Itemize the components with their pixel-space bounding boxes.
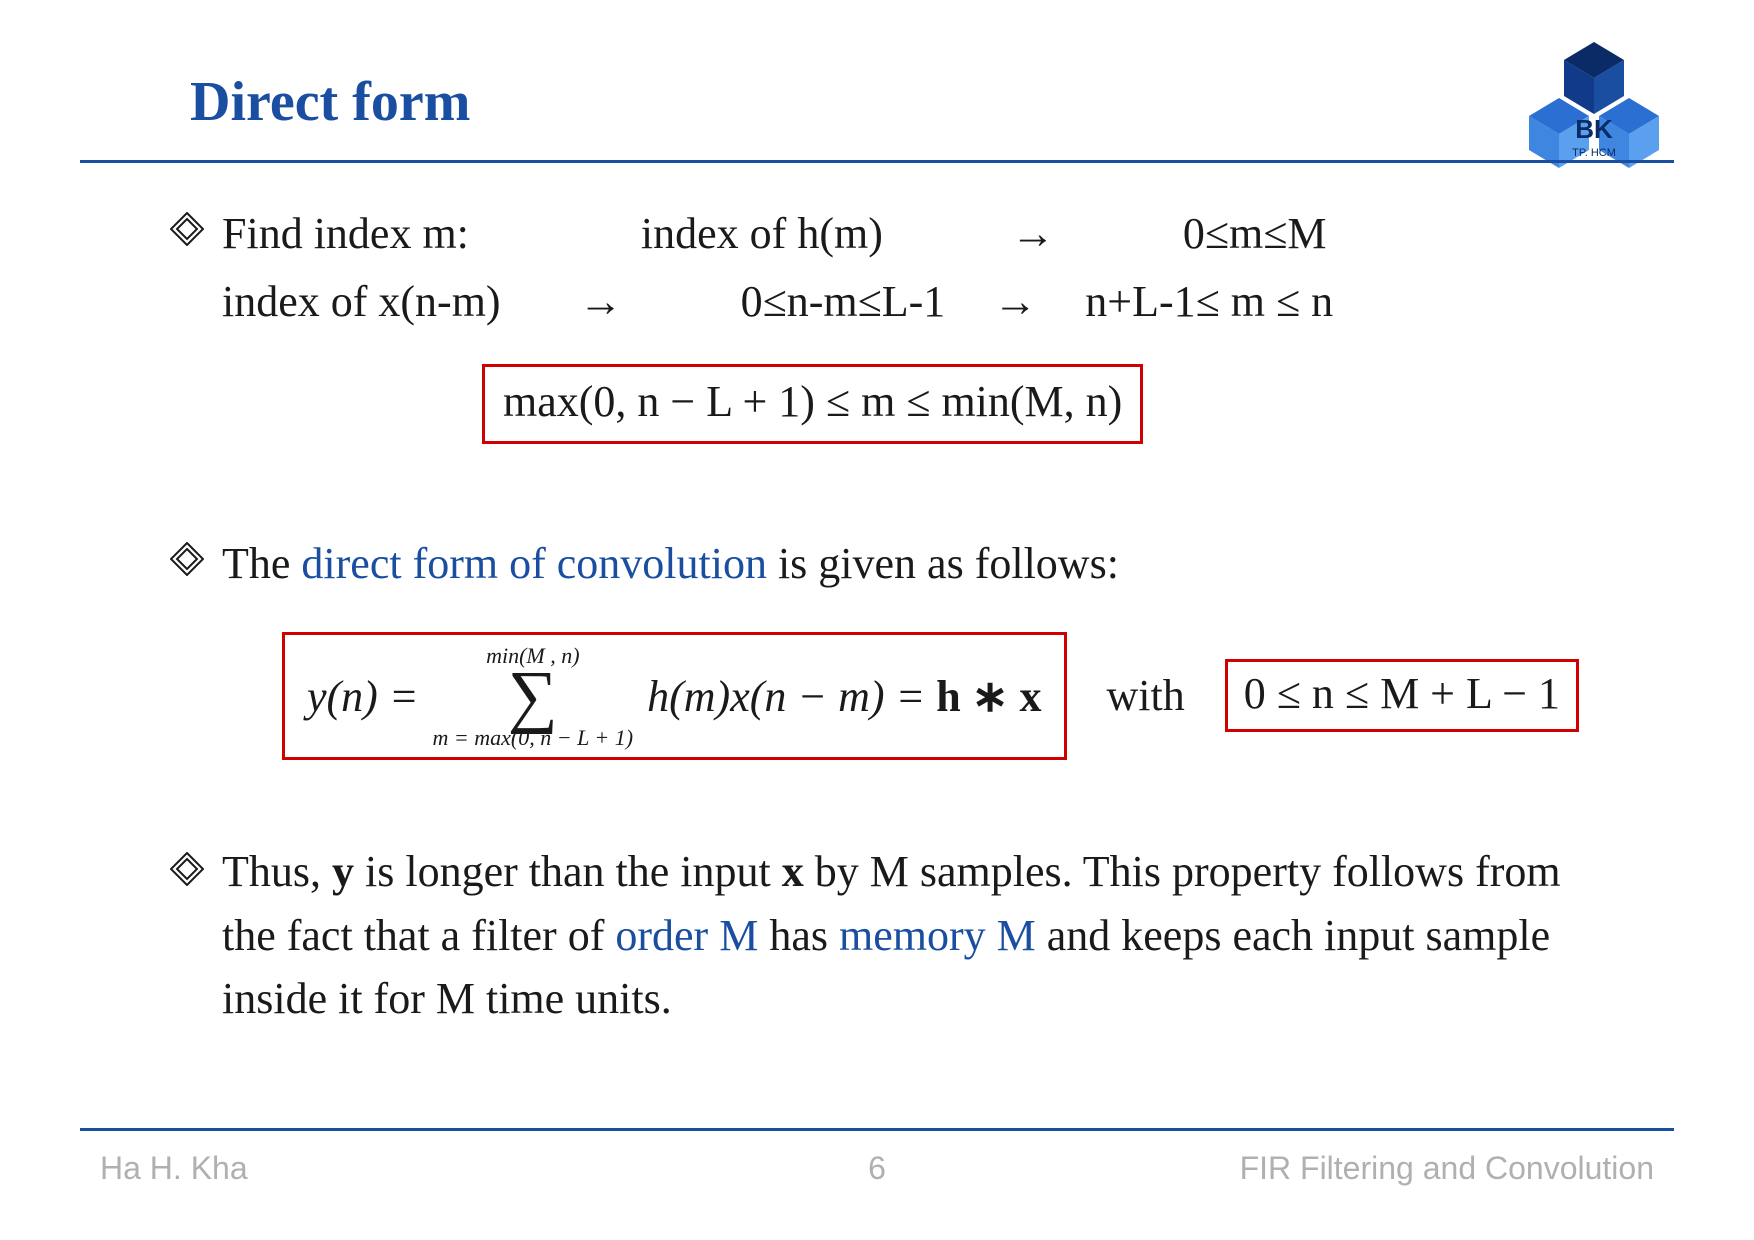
diamond-bullet-icon [170,542,204,576]
with-label: with [1107,670,1185,721]
bullet-1-text: Find index m: index of h(m) → 0≤m≤M inde… [222,200,1333,444]
logo-text-bot: TP. HCM [1572,147,1616,159]
formula-lhs: y(n) = [307,671,419,722]
slide-title: Direct form [190,70,470,134]
b2-c: is given as follows: [767,539,1119,588]
sum-lower: m = max(0, n − L + 1) [433,727,634,749]
arrow-icon: → [1005,200,1061,268]
b3-s7: has [758,911,839,960]
bullet-3: Thus, y is longer than the input x by M … [170,840,1634,1031]
university-logo: BK TP. HCM [1524,40,1664,170]
b1-l2-b: 0≤n-m≤L-1 [741,277,946,326]
b2-b: direct form of convolution [301,539,767,588]
divider-bottom [80,1128,1674,1131]
diamond-bullet-icon [170,852,204,886]
rhs-b: h ∗ x [936,672,1041,721]
boxed-formula-3: 0 ≤ n ≤ M + L − 1 [1225,659,1579,732]
content-area: Find index m: index of h(m) → 0≤m≤M inde… [170,200,1634,1031]
b1-l1-a: Find index m: [222,209,469,258]
arrow-icon: → [987,268,1043,336]
footer-topic: FIR Filtering and Convolution [1136,1150,1654,1187]
b1-l2-c: n+L-1≤ m ≤ n [1085,277,1333,326]
b2-a: The [222,539,301,588]
boxed-formula-2: y(n) = min(M , n) ∑ m = max(0, n − L + 1… [282,632,1067,760]
b3-s1: Thus, [222,847,332,896]
bullet-1: Find index m: index of h(m) → 0≤m≤M inde… [170,200,1634,444]
b1-l1-c: 0≤m≤M [1183,209,1327,258]
formula-rhs: h(m)x(n − m) = h ∗ x [647,671,1041,722]
b3-s2: y [332,847,354,896]
slide: Direct form BK TP. HCM [0,0,1754,1240]
rhs-a: h(m)x(n − m) = [647,672,936,721]
divider-top [80,160,1674,163]
logo-svg: BK TP. HCM [1524,40,1664,170]
boxed-formula-1: max(0, n − L + 1) ≤ m ≤ min(M, n) [482,364,1143,443]
b3-s3: is longer than the input [354,847,782,896]
b3-s6: order M [615,911,758,960]
footer-author: Ha H. Kha [100,1150,618,1187]
b1-l2-a: index of x(n-m) [222,277,501,326]
footer: Ha H. Kha 6 FIR Filtering and Convolutio… [100,1150,1654,1187]
logo-text-top: BK [1575,114,1613,144]
bullet-2: The direct form of convolution is given … [170,530,1634,760]
diamond-bullet-icon [170,212,204,246]
bullet-3-text: Thus, y is longer than the input x by M … [222,840,1602,1031]
arrow-icon: → [573,268,629,336]
bullet-2-body: The direct form of convolution is given … [222,530,1579,760]
b3-s4: x [782,847,804,896]
b1-l1-b: index of h(m) [641,209,883,258]
footer-page: 6 [618,1150,1136,1187]
summation-icon: min(M , n) ∑ m = max(0, n − L + 1) [433,645,634,749]
b3-s8: memory M [839,911,1036,960]
